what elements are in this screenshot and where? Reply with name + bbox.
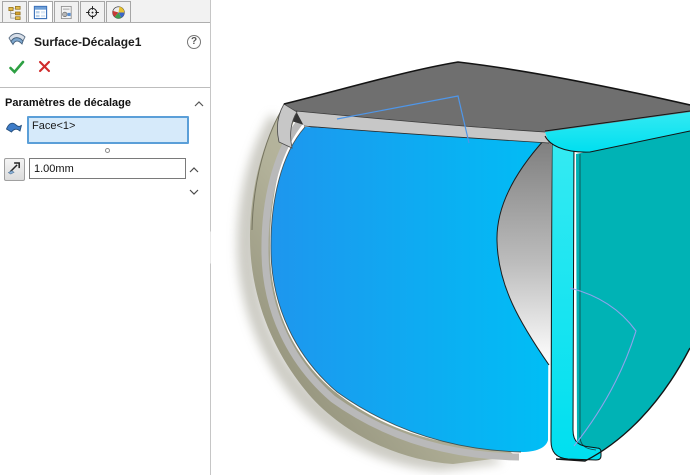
configuration-manager-icon: [59, 5, 74, 20]
face-selection-box[interactable]: Face<1>: [27, 116, 189, 144]
tab-dimxpertmanager[interactable]: [80, 1, 105, 22]
feature-header: Surface-Décalage1 ?: [0, 23, 210, 54]
surface-offset-icon: [7, 31, 27, 52]
property-manager-panel: Surface-Décalage1 ? Paramètres de décala…: [0, 0, 211, 475]
face-icon: [5, 120, 23, 139]
spinner-up-icon[interactable]: [189, 160, 199, 178]
group-header-offset-parameters[interactable]: Paramètres de décalage: [0, 88, 210, 115]
shell-side-face[interactable]: [556, 130, 690, 461]
offset-distance-row: [0, 158, 210, 200]
collapse-chevron-icon: [194, 94, 204, 112]
offset-distance-input[interactable]: [29, 158, 186, 179]
selection-box-resize-handle[interactable]: [105, 148, 110, 153]
feature-tree-icon: [7, 5, 22, 20]
tab-featuremanager[interactable]: [2, 1, 27, 22]
manager-tab-bar: [0, 0, 210, 23]
selected-face-label: Face<1>: [32, 120, 75, 132]
tab-displaymanager[interactable]: [106, 1, 131, 22]
cancel-button[interactable]: [38, 60, 51, 79]
face-selection-row: Face<1>: [0, 116, 210, 144]
offset-spinner: [189, 160, 199, 200]
offset-parameters-group: Paramètres de décalage Face<1>: [0, 88, 210, 200]
help-icon[interactable]: ?: [187, 35, 201, 49]
tab-propertymanager[interactable]: [28, 1, 53, 22]
group-title: Paramètres de décalage: [5, 97, 194, 109]
confirm-bar: [0, 54, 210, 84]
graphics-viewport[interactable]: [211, 0, 690, 475]
property-manager-icon: [33, 5, 48, 20]
dimxpert-icon: [85, 5, 100, 20]
check-icon: [11, 62, 24, 72]
close-icon: [40, 62, 49, 71]
tab-configurationmanager[interactable]: [54, 1, 79, 22]
spinner-down-icon[interactable]: [189, 182, 199, 200]
ok-button[interactable]: [9, 60, 25, 79]
feature-title: Surface-Décalage1: [34, 35, 187, 49]
flip-direction-icon: [7, 160, 22, 180]
solidworks-window: Surface-Décalage1 ? Paramètres de décala…: [0, 0, 690, 475]
display-manager-icon: [111, 5, 126, 20]
flip-direction-button[interactable]: [4, 158, 25, 181]
